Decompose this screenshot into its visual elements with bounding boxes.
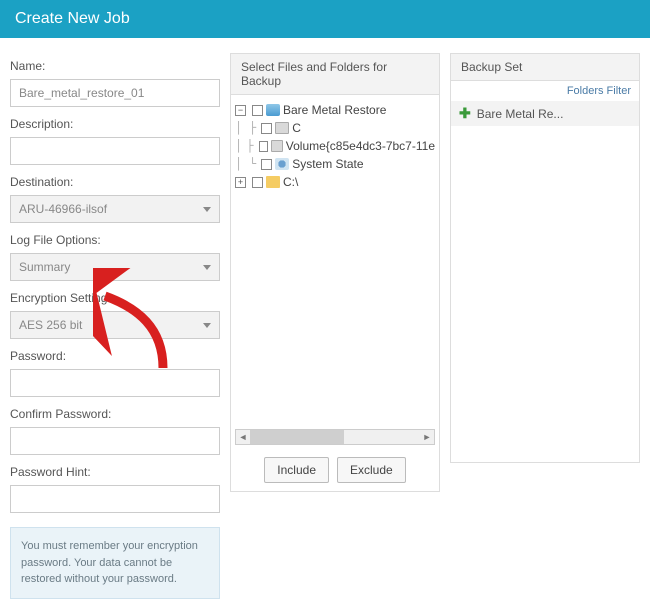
description-label: Description: [10,117,220,131]
files-panel: Select Files and Folders for Backup − Ba… [230,53,440,492]
destination-label: Destination: [10,175,220,189]
expand-icon[interactable]: + [235,177,246,188]
confirm-password-label: Confirm Password: [10,407,220,421]
backup-set-column: Backup Set Folders Filter ✚ Bare Metal R… [450,53,640,599]
horizontal-scrollbar[interactable]: ◄ ► [235,429,435,445]
tree-row[interactable]: │ └ System State [235,155,435,173]
backup-set-item[interactable]: ✚ Bare Metal Re... [451,101,639,126]
logfile-label: Log File Options: [10,233,220,247]
scroll-right-icon[interactable]: ► [420,432,434,442]
tree-label: C:\ [283,175,298,189]
backup-set-item-label: Bare Metal Re... [477,107,564,121]
checkbox[interactable] [259,141,268,152]
gear-icon [275,158,289,170]
tree-row[interactable]: − Bare Metal Restore [235,101,435,119]
tree-row[interactable]: + C:\ [235,173,435,191]
destination-select[interactable]: ARU-46966-ilsof [10,195,220,223]
password-note: You must remember your encryption passwo… [10,527,220,599]
password-hint-label: Password Hint: [10,465,220,479]
include-button[interactable]: Include [264,457,329,483]
collapse-icon[interactable]: − [235,105,246,116]
tree-label: Bare Metal Restore [283,103,386,117]
files-panel-header: Select Files and Folders for Backup [231,54,439,95]
folder-icon [266,176,280,188]
computer-icon [266,104,280,116]
drive-icon [271,140,283,152]
scroll-left-icon[interactable]: ◄ [236,432,250,442]
tree-row[interactable]: │ ├ C [235,119,435,137]
tree-label: Volume{c85e4dc3-7bc7-11e [286,139,435,153]
password-input[interactable] [10,369,220,397]
name-label: Name: [10,59,220,73]
chevron-down-icon [203,265,211,270]
file-tree[interactable]: − Bare Metal Restore │ ├ C │ ├ [231,95,439,425]
tree-label: C [292,121,301,135]
exclude-button[interactable]: Exclude [337,457,406,483]
scroll-thumb[interactable] [250,430,344,444]
dialog-title: Create New Job [15,10,130,27]
folders-filter-link[interactable]: Folders Filter [451,81,639,101]
encryption-select[interactable]: AES 256 bit [10,311,220,339]
tree-row[interactable]: │ ├ Volume{c85e4dc3-7bc7-11e [235,137,435,155]
checkbox[interactable] [261,123,272,134]
logfile-select[interactable]: Summary [10,253,220,281]
files-column: Select Files and Folders for Backup − Ba… [230,53,440,599]
backup-set-header: Backup Set [451,54,639,81]
chevron-down-icon [203,323,211,328]
name-input[interactable] [10,79,220,107]
password-hint-input[interactable] [10,485,220,513]
dialog-header: Create New Job [0,0,650,38]
drive-icon [275,122,289,134]
logfile-value: Summary [19,260,70,274]
tree-label: System State [292,157,363,171]
description-input[interactable] [10,137,220,165]
checkbox[interactable] [252,177,263,188]
plus-icon: ✚ [459,105,471,122]
password-label: Password: [10,349,220,363]
backup-set-panel: Backup Set Folders Filter ✚ Bare Metal R… [450,53,640,463]
scroll-track[interactable] [250,430,420,444]
checkbox[interactable] [261,159,272,170]
dialog-body: Name: Description: Destination: ARU-4696… [0,38,650,614]
form-column: Name: Description: Destination: ARU-4696… [10,53,220,599]
encryption-label: Encryption Settings: [10,291,220,305]
chevron-down-icon [203,207,211,212]
destination-value: ARU-46966-ilsof [19,202,107,216]
include-exclude-row: Include Exclude [231,449,439,491]
encryption-value: AES 256 bit [19,318,82,332]
confirm-password-input[interactable] [10,427,220,455]
checkbox[interactable] [252,105,263,116]
